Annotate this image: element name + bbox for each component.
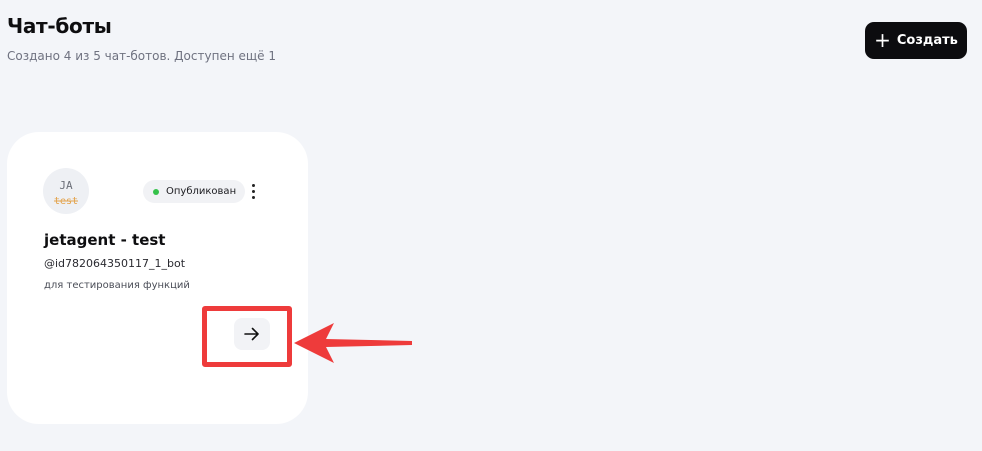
create-button-label: Создать bbox=[896, 33, 958, 48]
status-badge: Опубликован bbox=[143, 180, 246, 203]
bot-avatar-logo: JA test bbox=[54, 179, 78, 207]
bot-card: JA test Опубликован jetagent - test @id7… bbox=[7, 132, 308, 424]
chatbots-page: Чат-боты Создано 4 из 5 чат-ботов. Досту… bbox=[0, 0, 982, 451]
avatar-line1: JA bbox=[59, 179, 73, 192]
plus-icon: + bbox=[874, 27, 891, 52]
status-label: Опубликован bbox=[166, 186, 237, 197]
more-vertical-icon[interactable] bbox=[246, 179, 260, 203]
page-subtitle: Создано 4 из 5 чат-ботов. Доступен ещё 1 bbox=[7, 49, 276, 63]
bot-description: для тестирования функций bbox=[44, 280, 190, 291]
create-bot-button[interactable]: + Создать bbox=[865, 22, 967, 59]
highlight-box bbox=[202, 306, 292, 367]
annotation-arrow-icon bbox=[294, 323, 412, 363]
bot-handle: @id782064350117_1_bot bbox=[44, 257, 186, 270]
bot-avatar: JA test bbox=[43, 168, 89, 214]
status-dot-icon bbox=[153, 188, 159, 195]
page-title: Чат-боты bbox=[7, 14, 112, 38]
bot-name: jetagent - test bbox=[44, 231, 166, 249]
